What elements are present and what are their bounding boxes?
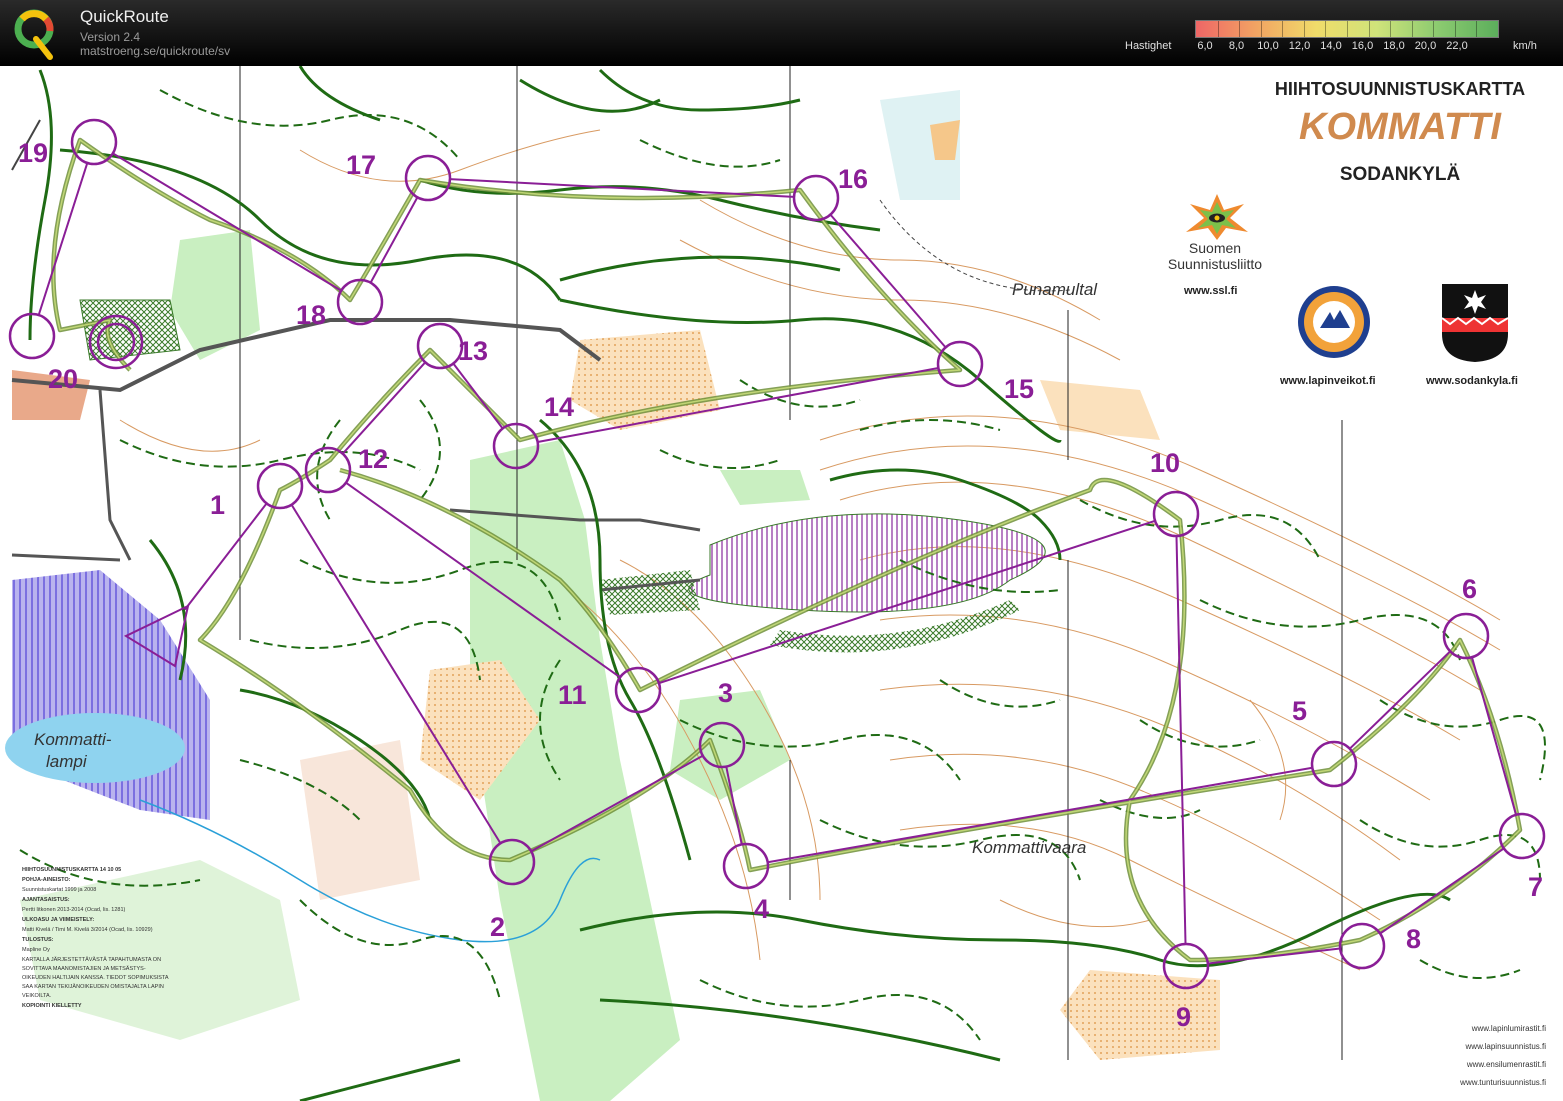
control-number-20: 20	[48, 364, 79, 394]
metadata-line: KARTALLA JÄRJESTETTÄVÄSTÄ TAPAHTUMASTA O…	[22, 957, 169, 999]
speed-tick-label: 8,0	[1228, 40, 1245, 52]
map-title-line3: SODANKYLÄ	[1339, 164, 1461, 185]
sodankyla-url: www.sodankyla.fi	[1426, 375, 1518, 387]
app-url: matstroeng.se/quickroute/sv	[80, 44, 231, 58]
control-number-7: 7	[1528, 872, 1544, 902]
control-number-14: 14	[544, 392, 575, 422]
control-number-19: 19	[18, 138, 49, 168]
metadata-line: Mapline Oy	[22, 947, 50, 953]
lapin-veikot-logo-icon	[1298, 286, 1370, 358]
metadata-line: Pertti Iitkonen 2013-2014 (Ocad, lis. 12…	[22, 907, 126, 913]
metadata-line: POHJA-AINEISTO:	[22, 877, 71, 883]
place-punamultal: Punamultal	[1012, 280, 1098, 299]
orienteering-map[interactable]: HIIHTOSUUNNISTUSKARTTA KOMMATTI SODANKYL…	[0, 66, 1563, 1101]
speed-gradient-bar	[1195, 20, 1499, 38]
control-number-8: 8	[1406, 924, 1422, 954]
sponsor-links: www.lapinlumirastit.fi www.lapinsuunnistu…	[1420, 1020, 1546, 1092]
metadata-line: TULOSTUS:	[22, 937, 54, 943]
speed-tick-label: 6,0	[1197, 40, 1213, 52]
quickroute-header: QuickRoute Version 2.4 matstroeng.se/qui…	[0, 0, 1563, 66]
speed-tick-label: 18,0	[1383, 40, 1405, 52]
sponsor-link[interactable]: www.tunturisuunnistus.fi	[1420, 1074, 1546, 1092]
quickroute-q-logo-icon	[14, 9, 54, 60]
control-number-10: 10	[1150, 448, 1181, 478]
control-number-13: 13	[458, 336, 489, 366]
sponsor-link[interactable]: www.ensilumenrastit.fi	[1420, 1056, 1546, 1074]
speed-tick-label: 22,0	[1446, 40, 1468, 52]
speed-tick-label: 14,0	[1320, 40, 1342, 52]
place-kommattilampi-1: Kommatti-	[34, 730, 112, 749]
speed-legend-label: Hastighet	[1125, 40, 1172, 52]
sodankyla-coat-of-arms-icon	[1441, 284, 1509, 362]
map-metadata: HIIHTOSUUNNISTUSKARTTA 14 10 05 POHJA-AIN…	[22, 866, 172, 1012]
place-kommattivaara: Kommattivaara	[972, 838, 1087, 857]
metadata-line: ULKOASU JA VIIMEISTELY:	[22, 917, 95, 923]
lapinveikot-url: www.lapinveikot.fi	[1280, 375, 1376, 387]
place-kommattilampi-2: lampi	[46, 752, 87, 771]
app-title: QuickRoute	[80, 7, 169, 26]
ssl-name: Suomen Suunnistusliitto	[1167, 240, 1263, 272]
map-canvas[interactable]	[0, 66, 1563, 1101]
metadata-line: Matti Kivelä / Timi M. Kivelä 3/2014 (Oc…	[22, 927, 153, 933]
control-number-16: 16	[838, 164, 869, 194]
control-number-17: 17	[346, 150, 377, 180]
control-number-1: 1	[210, 490, 226, 520]
metadata-line: KOPIOINTI KIELLETTY	[22, 1003, 82, 1009]
ssl-star-logo-icon	[1186, 194, 1248, 240]
speed-tick-label: 16,0	[1351, 40, 1374, 52]
control-number-12: 12	[358, 444, 389, 474]
metadata-line: AJANTASAISTUS:	[22, 897, 70, 903]
control-number-15: 15	[1004, 374, 1035, 404]
ssl-url: www.ssl.fi	[1184, 285, 1238, 297]
control-number-9: 9	[1176, 1002, 1192, 1032]
metadata-line: Suunnistuskartat 1999 ja 2008	[22, 887, 97, 893]
control-number-6: 6	[1462, 574, 1478, 604]
speed-tick-label: 20,0	[1414, 40, 1437, 52]
control-number-11: 11	[558, 680, 587, 710]
control-number-2: 2	[490, 912, 506, 942]
sponsor-link[interactable]: www.lapinlumirastit.fi	[1420, 1020, 1546, 1038]
map-title-line2: KOMMATTI	[1299, 106, 1501, 148]
sponsor-link[interactable]: www.lapinsuunnistus.fi	[1420, 1038, 1546, 1056]
map-title-line1: HIIHTOSUUNNISTUSKARTTA	[1274, 79, 1526, 99]
control-number-18: 18	[296, 300, 327, 330]
speed-tick-label: 10,0	[1257, 40, 1279, 52]
control-number-3: 3	[718, 678, 734, 708]
metadata-line: HIIHTOSUUNNISTUSKARTTA 14 10 05	[22, 867, 122, 873]
speed-legend-unit: km/h	[1513, 40, 1537, 52]
speed-tick-label: 12,0	[1288, 40, 1311, 52]
app-version: Version 2.4	[80, 30, 141, 44]
control-number-4: 4	[754, 894, 770, 924]
speed-legend: Hastighet 6,0 8,0 10,0 12,0 14,0 16,0 18,0 20,0…	[1120, 17, 1560, 62]
control-number-5: 5	[1292, 696, 1308, 726]
